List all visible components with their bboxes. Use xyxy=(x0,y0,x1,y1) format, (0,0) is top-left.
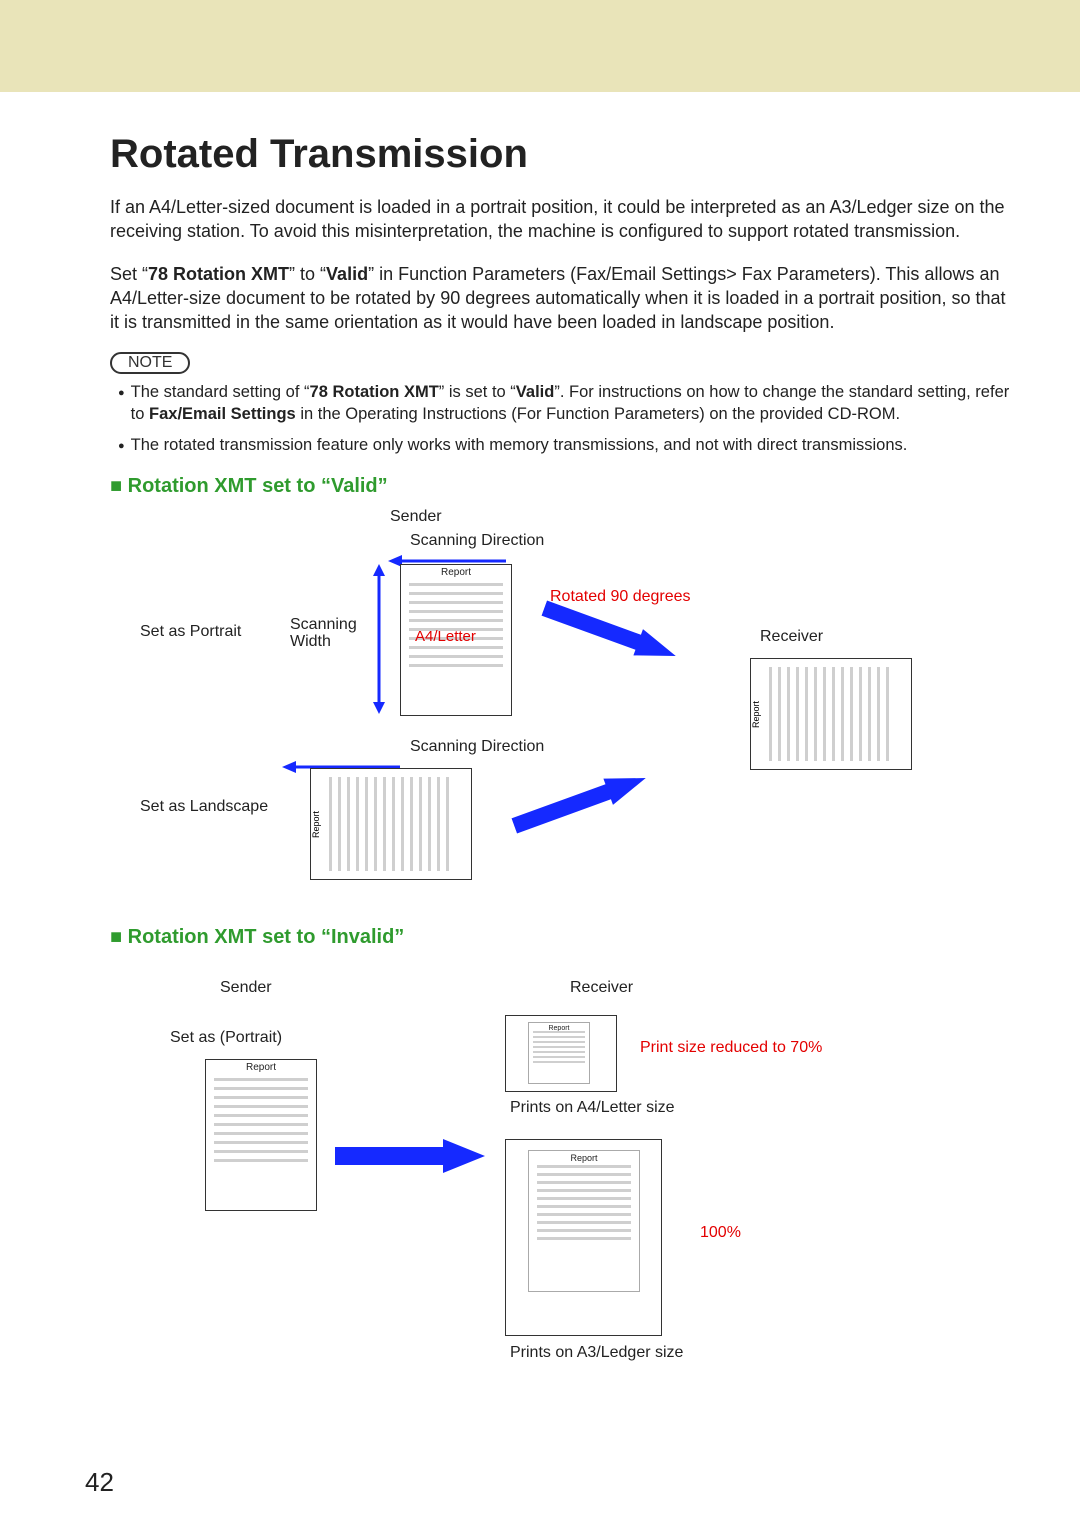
d2-doc-lines xyxy=(214,1078,308,1162)
page-title: Rotated Transmission xyxy=(110,132,1010,177)
n1-b1: 78 Rotation XMT xyxy=(310,383,439,401)
n1-post: in the Operating Instructions (For Funct… xyxy=(296,405,900,423)
n2-text: The rotated transmission feature only wo… xyxy=(131,435,908,456)
p2-pre: Set “ xyxy=(110,264,148,284)
doc-vtitle: Report xyxy=(751,659,765,769)
doc-vlines xyxy=(769,667,889,761)
arrow-icon xyxy=(539,595,680,669)
lbl-set-landscape: Set as Landscape xyxy=(140,798,268,816)
d2-set-portrait: Set as (Portrait) xyxy=(170,1029,282,1047)
lbl-scan-width: Scanning Width xyxy=(290,616,380,651)
d2-doc-small: Report xyxy=(505,1015,617,1092)
d2-receiver: Receiver xyxy=(570,979,633,997)
n1-b3: Fax/Email Settings xyxy=(149,405,296,423)
page-number: 42 xyxy=(85,1467,114,1498)
note-label: NOTE xyxy=(110,352,190,374)
arrow-icon-2 xyxy=(509,765,650,839)
diagram-valid: Sender Scanning Direction Set as Portrai… xyxy=(110,508,1010,908)
d2-doc-title: Report xyxy=(206,1062,316,1073)
p2-mid1: ” to “ xyxy=(289,264,326,284)
p2-b2: Valid xyxy=(326,264,368,284)
diagram-invalid: Sender Receiver Set as (Portrait) Report… xyxy=(110,959,1010,1379)
subhead-valid: Rotation XMT set to “Valid” xyxy=(110,475,1010,498)
lbl-a4: A4/Letter xyxy=(415,628,476,645)
d2-arrow-icon xyxy=(335,1139,485,1173)
n1-b2: Valid xyxy=(516,383,555,401)
paragraph-2: Set “78 Rotation XMT” to “Valid” in Func… xyxy=(110,262,1010,335)
note-2: The rotated transmission feature only wo… xyxy=(118,435,1010,456)
d2-100: 100% xyxy=(700,1224,741,1242)
d2-prints-a4: Prints on A4/Letter size xyxy=(510,1099,675,1117)
doc-landscape-receiver: Report xyxy=(750,658,912,770)
subhead-invalid: Rotation XMT set to “Invalid” xyxy=(110,926,1010,949)
note-box: NOTE The standard setting of “78 Rotatio… xyxy=(110,352,1010,456)
lbl-scan-dir-bottom: Scanning Direction xyxy=(410,738,544,756)
d2-mini-lines xyxy=(533,1031,585,1063)
page-content: Rotated Transmission If an A4/Letter-siz… xyxy=(0,92,1080,1528)
top-band xyxy=(0,0,1080,92)
d2-doc-sender: Report xyxy=(205,1059,317,1211)
p2-b1: 78 Rotation XMT xyxy=(148,264,289,284)
d2-doc-big: Report xyxy=(505,1139,662,1336)
lbl-sender: Sender xyxy=(390,508,442,526)
d2-mini: Report xyxy=(528,1022,590,1084)
doc-lines xyxy=(409,583,503,667)
lbl-receiver: Receiver xyxy=(760,628,823,646)
lbl-set-portrait: Set as Portrait xyxy=(140,623,241,641)
doc-vlines-2 xyxy=(329,777,449,871)
d2-reduced: Print size reduced to 70% xyxy=(640,1039,822,1057)
d2-big-title: Report xyxy=(529,1153,639,1163)
n1-pre: The standard setting of “ xyxy=(131,383,310,401)
paragraph-1: If an A4/Letter-sized document is loaded… xyxy=(110,195,1010,244)
doc-title: Report xyxy=(401,567,511,578)
doc-landscape-sender: Report xyxy=(310,768,472,880)
lbl-scan-dir-top: Scanning Direction xyxy=(410,532,544,550)
note-list: The standard setting of “78 Rotation XMT… xyxy=(118,382,1010,456)
d2-big-lines xyxy=(537,1165,631,1240)
doc-vtitle-2: Report xyxy=(311,769,325,879)
d2-sender: Sender xyxy=(220,979,272,997)
d2-inner: Report xyxy=(528,1150,640,1292)
n1-mid1: ” is set to “ xyxy=(439,383,516,401)
note-1: The standard setting of “78 Rotation XMT… xyxy=(118,382,1010,425)
d2-prints-a3: Prints on A3/Ledger size xyxy=(510,1344,683,1362)
